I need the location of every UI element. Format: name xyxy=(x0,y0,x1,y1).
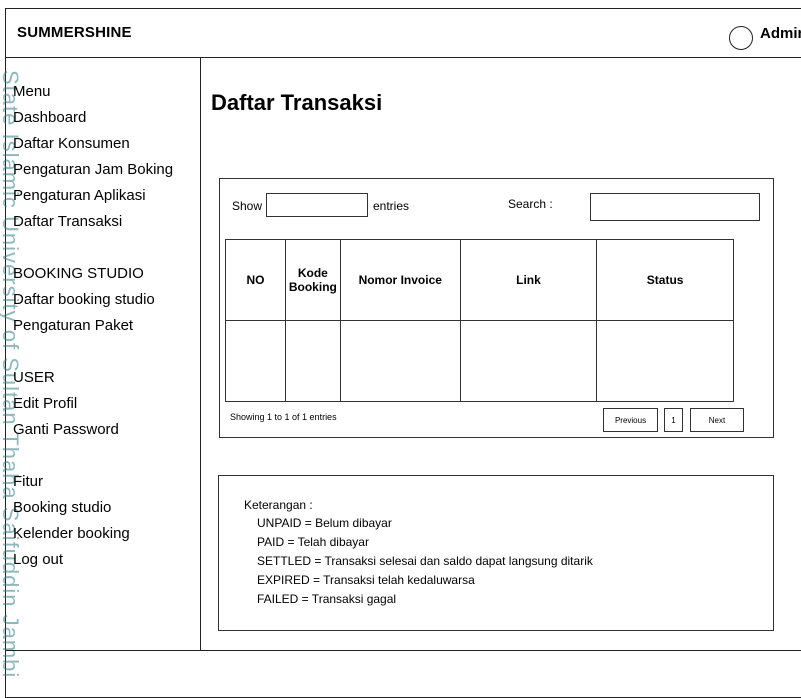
legend-item-unpaid: UNPAID = Belum dibayar xyxy=(257,516,392,530)
page-1-button[interactable]: 1 xyxy=(664,408,683,432)
transactions-table: NO Kode Booking Nomor Invoice Link Statu… xyxy=(225,239,734,402)
page-title: Daftar Transaksi xyxy=(211,90,383,115)
sidebar-item-daftar-transaksi[interactable]: Daftar Transaksi xyxy=(13,213,122,231)
table-cell xyxy=(284,320,341,402)
sidebar-item-booking-studio[interactable]: Booking studio xyxy=(13,499,111,517)
brand-name: SUMMERSHINE xyxy=(17,24,132,41)
column-header-no[interactable]: NO xyxy=(225,239,286,321)
user-name[interactable]: Admin xyxy=(760,25,801,42)
showing-entries-text: Showing 1 to 1 of 1 entries xyxy=(230,412,337,422)
top-bar: SUMMERSHINE Admin xyxy=(5,8,801,58)
footer-divider xyxy=(5,650,801,651)
sidebar-item-log-out[interactable]: Log out xyxy=(13,551,63,569)
entries-label: entries xyxy=(373,199,410,213)
sidebar-item-kelender-booking[interactable]: Kelender booking xyxy=(13,525,130,543)
column-header-status[interactable]: Status xyxy=(596,239,734,321)
sidebar-item-pengaturan-aplikasi[interactable]: Pengaturan Aplikasi xyxy=(13,187,146,205)
sidebar-item-edit-profil[interactable]: Edit Profil xyxy=(13,395,77,413)
show-label: Show xyxy=(232,199,263,213)
legend-item-failed: FAILED = Transaksi gagal xyxy=(257,592,397,606)
sidebar-item-pengaturan-jam-boking[interactable]: Pengaturan Jam Boking xyxy=(13,161,173,179)
main-content: Daftar Transaksi Show entries Search : N… xyxy=(201,58,801,650)
column-header-kode-booking[interactable]: Kode Booking xyxy=(284,239,341,321)
table-cell xyxy=(225,320,286,402)
table-cell xyxy=(596,320,734,402)
sidebar: State Islamic University of Sultan Thaha… xyxy=(0,58,201,678)
legend-item-settled: SETTLED = Transaksi selesai dan saldo da… xyxy=(257,554,593,568)
sidebar-item-daftar-konsumen[interactable]: Daftar Konsumen xyxy=(13,135,130,153)
table-cell xyxy=(459,320,598,402)
sidebar-heading-user: USER xyxy=(13,369,55,386)
legend-item-expired: EXPIRED = Transaksi telah kedaluwarsa xyxy=(257,573,475,587)
next-button[interactable]: Next xyxy=(690,408,744,432)
column-header-nomor-invoice[interactable]: Nomor Invoice xyxy=(339,239,461,321)
sidebar-heading-fitur: Fitur xyxy=(13,473,43,490)
sidebar-heading-booking-studio: BOOKING STUDIO xyxy=(13,265,144,282)
sidebar-heading-menu: Menu xyxy=(13,83,51,100)
sidebar-item-dashboard[interactable]: Dashboard xyxy=(13,109,86,127)
transactions-card: Show entries Search : NO Kode Booking No… xyxy=(219,178,774,438)
column-header-link[interactable]: Link xyxy=(459,239,598,321)
previous-button[interactable]: Previous xyxy=(603,408,658,432)
legend-item-paid: PAID = Telah dibayar xyxy=(257,535,369,549)
table-row xyxy=(225,320,734,402)
search-input[interactable] xyxy=(590,193,760,221)
status-legend: Keterangan : UNPAID = Belum dibayar PAID… xyxy=(218,475,774,631)
table-cell xyxy=(339,320,461,402)
sidebar-item-ganti-password[interactable]: Ganti Password xyxy=(13,421,119,439)
avatar-icon[interactable] xyxy=(729,26,753,50)
entries-select[interactable] xyxy=(266,193,368,217)
legend-title: Keterangan : xyxy=(244,498,313,512)
search-label: Search : xyxy=(508,197,553,211)
sidebar-item-pengaturan-paket[interactable]: Pengaturan Paket xyxy=(13,317,133,335)
sidebar-item-daftar-booking-studio[interactable]: Daftar booking studio xyxy=(13,291,155,309)
